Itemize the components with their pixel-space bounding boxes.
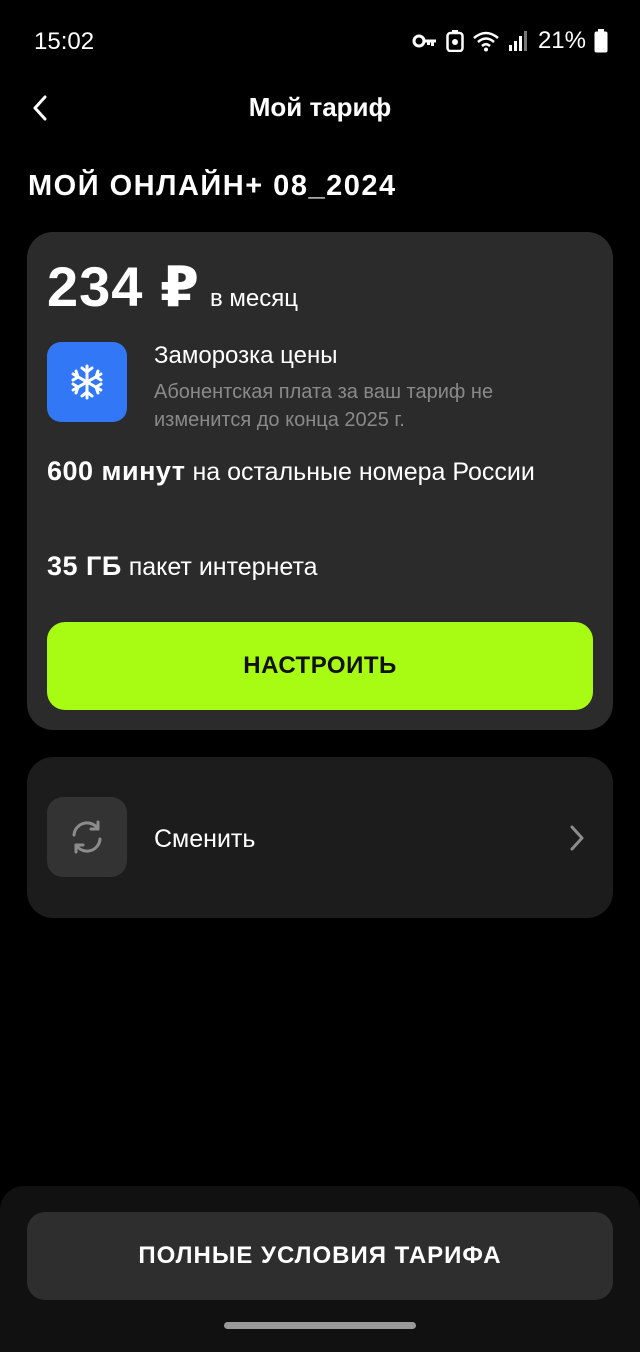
- freeze-title: Заморозка цены: [154, 342, 338, 369]
- battery-icon: [594, 29, 608, 53]
- internet-value: 35 ГБ: [47, 551, 122, 581]
- price-amount: 234 ₽: [47, 255, 200, 318]
- wifi-icon: [473, 31, 499, 52]
- change-label: Сменить: [154, 825, 256, 853]
- freeze-icon-box: [47, 342, 127, 422]
- bottom-sheet: ПОЛНЫЕ УСЛОВИЯ ТАРИФА: [0, 1186, 640, 1352]
- chevron-right-icon: [567, 821, 587, 855]
- internet-text: пакет интернета: [121, 553, 318, 581]
- home-indicator[interactable]: [224, 1322, 416, 1329]
- key-icon: [412, 34, 436, 48]
- refresh-icon: [72, 820, 102, 854]
- change-icon-box: [47, 797, 127, 877]
- price-row: 234 ₽ в месяц: [47, 254, 298, 320]
- price-period: в месяц: [209, 285, 298, 312]
- tariff-name: МОЙ ОНЛАЙН+ 08_2024: [28, 170, 397, 202]
- page-title: Мой тариф: [248, 92, 392, 122]
- status-time: 15:02: [34, 28, 95, 55]
- minutes-value: 600 минут: [47, 456, 186, 486]
- nav-bar: Мой тариф: [0, 84, 640, 132]
- minutes-line: 600 минут на остальные номера России: [47, 452, 587, 491]
- internet-line: 35 ГБ пакет интернета: [47, 547, 587, 586]
- nfc-icon: [446, 30, 464, 52]
- signal-icon: [508, 31, 527, 51]
- status-icons: 21%: [412, 26, 608, 56]
- snowflake-icon: [71, 364, 103, 400]
- battery-percent: 21%: [537, 27, 586, 54]
- full-terms-button[interactable]: ПОЛНЫЕ УСЛОВИЯ ТАРИФА: [27, 1212, 613, 1300]
- tariff-card: 234 ₽ в месяц Заморозка цены Абонентская…: [27, 232, 613, 730]
- configure-button[interactable]: НАСТРОИТЬ: [47, 622, 593, 710]
- minutes-text: на остальные номера России: [185, 458, 535, 486]
- freeze-description: Абонентская плата за ваш тариф не измени…: [154, 381, 494, 431]
- change-tariff-item[interactable]: Сменить: [27, 757, 613, 918]
- status-bar: 15:02 21%: [0, 0, 640, 84]
